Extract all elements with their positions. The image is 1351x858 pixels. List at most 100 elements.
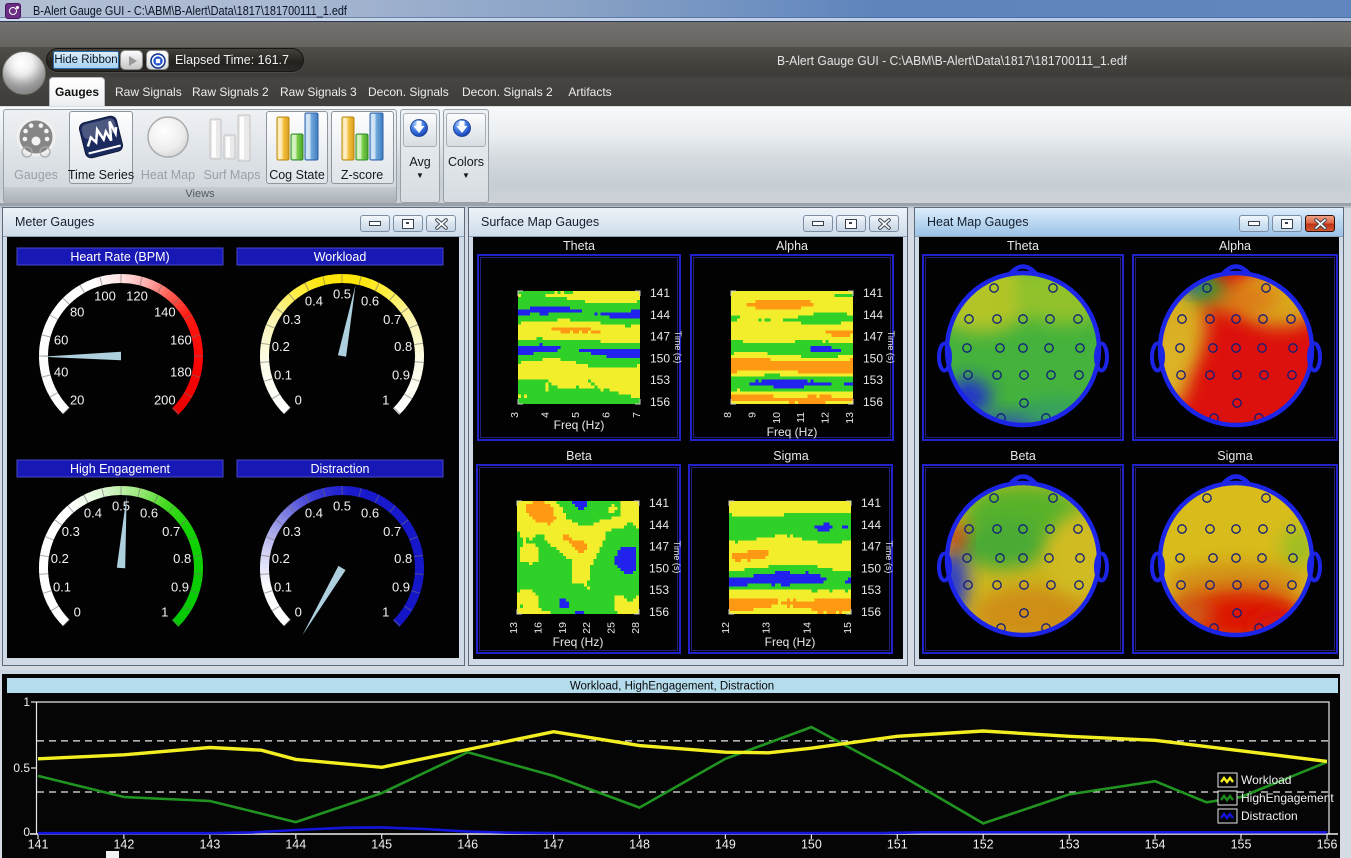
- svg-text:0.8: 0.8: [173, 551, 191, 566]
- svg-text:80: 80: [70, 305, 84, 320]
- svg-text:156: 156: [1317, 838, 1338, 852]
- svg-text:0.7: 0.7: [383, 312, 401, 327]
- svg-text:Distraction: Distraction: [1241, 809, 1298, 823]
- svg-text:0.6: 0.6: [361, 293, 379, 308]
- svg-text:153: 153: [650, 373, 670, 387]
- svg-text:13: 13: [844, 412, 856, 424]
- svg-text:160: 160: [170, 333, 192, 348]
- svg-text:Alpha: Alpha: [1219, 239, 1251, 253]
- svg-text:28: 28: [630, 622, 642, 634]
- svg-text:0.1: 0.1: [53, 580, 71, 595]
- svg-text:147: 147: [649, 540, 669, 554]
- svg-text:0.9: 0.9: [392, 580, 410, 595]
- svg-text:0.3: 0.3: [283, 312, 301, 327]
- svg-text:147: 147: [650, 330, 670, 344]
- svg-text:153: 153: [861, 583, 881, 597]
- svg-text:180: 180: [170, 365, 192, 380]
- svg-text:Time (s): Time (s): [886, 331, 896, 364]
- svg-text:4: 4: [540, 412, 552, 418]
- svg-text:0.6: 0.6: [361, 505, 379, 520]
- svg-text:Freq (Hz): Freq (Hz): [554, 418, 605, 432]
- svg-text:0.8: 0.8: [394, 339, 412, 354]
- svg-text:19: 19: [557, 622, 569, 634]
- svg-text:0.5: 0.5: [333, 287, 351, 302]
- svg-text:150: 150: [650, 351, 670, 365]
- svg-text:0.1: 0.1: [274, 580, 292, 595]
- svg-text:144: 144: [863, 308, 883, 322]
- svg-text:Alpha: Alpha: [776, 239, 808, 253]
- svg-text:Beta: Beta: [1010, 449, 1036, 463]
- svg-text:Time (s): Time (s): [672, 541, 682, 574]
- svg-text:144: 144: [650, 308, 670, 322]
- svg-text:149: 149: [715, 838, 736, 852]
- svg-text:13: 13: [508, 622, 520, 634]
- svg-text:156: 156: [649, 605, 669, 619]
- svg-text:0.7: 0.7: [383, 524, 401, 539]
- svg-text:Workload: Workload: [314, 250, 367, 264]
- svg-text:10: 10: [771, 412, 783, 424]
- svg-text:151: 151: [887, 838, 908, 852]
- svg-text:11: 11: [795, 412, 807, 423]
- svg-text:146: 146: [457, 838, 478, 852]
- svg-text:Sigma: Sigma: [1217, 449, 1252, 463]
- svg-text:Heart Rate (BPM): Heart Rate (BPM): [70, 250, 169, 264]
- svg-text:12: 12: [720, 622, 732, 634]
- svg-text:0.8: 0.8: [394, 551, 412, 566]
- svg-text:Freq (Hz): Freq (Hz): [553, 635, 604, 649]
- svg-text:140: 140: [154, 305, 176, 320]
- svg-text:150: 150: [861, 561, 881, 575]
- svg-text:Time (s): Time (s): [673, 331, 683, 364]
- svg-text:148: 148: [629, 838, 650, 852]
- svg-text:152: 152: [973, 838, 994, 852]
- svg-text:40: 40: [54, 365, 68, 380]
- svg-text:Sigma: Sigma: [773, 449, 808, 463]
- svg-text:144: 144: [861, 518, 881, 532]
- svg-text:22: 22: [581, 622, 593, 634]
- svg-text:141: 141: [649, 496, 669, 510]
- svg-text:0.2: 0.2: [51, 551, 69, 566]
- svg-text:60: 60: [54, 333, 68, 348]
- svg-text:145: 145: [371, 838, 392, 852]
- svg-text:14: 14: [801, 622, 813, 634]
- svg-text:20: 20: [70, 392, 84, 407]
- svg-text:1: 1: [382, 392, 389, 407]
- svg-text:1: 1: [382, 604, 389, 619]
- svg-text:12: 12: [820, 412, 832, 424]
- svg-text:0: 0: [295, 604, 302, 619]
- svg-text:Freq (Hz): Freq (Hz): [767, 425, 818, 439]
- svg-text:1: 1: [23, 695, 30, 709]
- svg-text:100: 100: [94, 289, 116, 304]
- svg-text:156: 156: [863, 395, 883, 409]
- svg-text:0.2: 0.2: [272, 551, 290, 566]
- svg-text:141: 141: [861, 496, 881, 510]
- svg-text:9: 9: [746, 412, 758, 418]
- svg-text:25: 25: [606, 622, 618, 634]
- svg-text:16: 16: [532, 622, 544, 634]
- svg-text:3: 3: [509, 412, 521, 418]
- svg-text:Workload: Workload: [1241, 773, 1291, 787]
- svg-text:Freq (Hz): Freq (Hz): [765, 635, 816, 649]
- svg-text:8: 8: [722, 412, 734, 418]
- svg-text:Time (s): Time (s): [884, 541, 894, 574]
- svg-text:High Engagement: High Engagement: [70, 462, 171, 476]
- svg-text:13: 13: [761, 622, 773, 634]
- svg-text:0.4: 0.4: [305, 293, 323, 308]
- svg-text:0.2: 0.2: [272, 339, 290, 354]
- svg-text:147: 147: [543, 838, 564, 852]
- svg-text:150: 150: [649, 561, 669, 575]
- svg-text:1: 1: [161, 604, 168, 619]
- svg-text:HighEngagement: HighEngagement: [1241, 791, 1334, 805]
- svg-text:153: 153: [863, 373, 883, 387]
- svg-text:155: 155: [1231, 838, 1252, 852]
- svg-text:154: 154: [1145, 838, 1166, 852]
- svg-text:7: 7: [631, 412, 643, 418]
- svg-text:Theta: Theta: [1007, 239, 1039, 253]
- svg-text:Workload, HighEngagement, Dist: Workload, HighEngagement, Distraction: [570, 681, 774, 693]
- svg-text:Theta: Theta: [563, 239, 595, 253]
- svg-text:153: 153: [649, 583, 669, 597]
- svg-text:0.4: 0.4: [305, 505, 323, 520]
- svg-text:200: 200: [154, 392, 176, 407]
- svg-text:0.9: 0.9: [171, 580, 189, 595]
- svg-text:147: 147: [863, 330, 883, 344]
- svg-text:15: 15: [842, 622, 854, 634]
